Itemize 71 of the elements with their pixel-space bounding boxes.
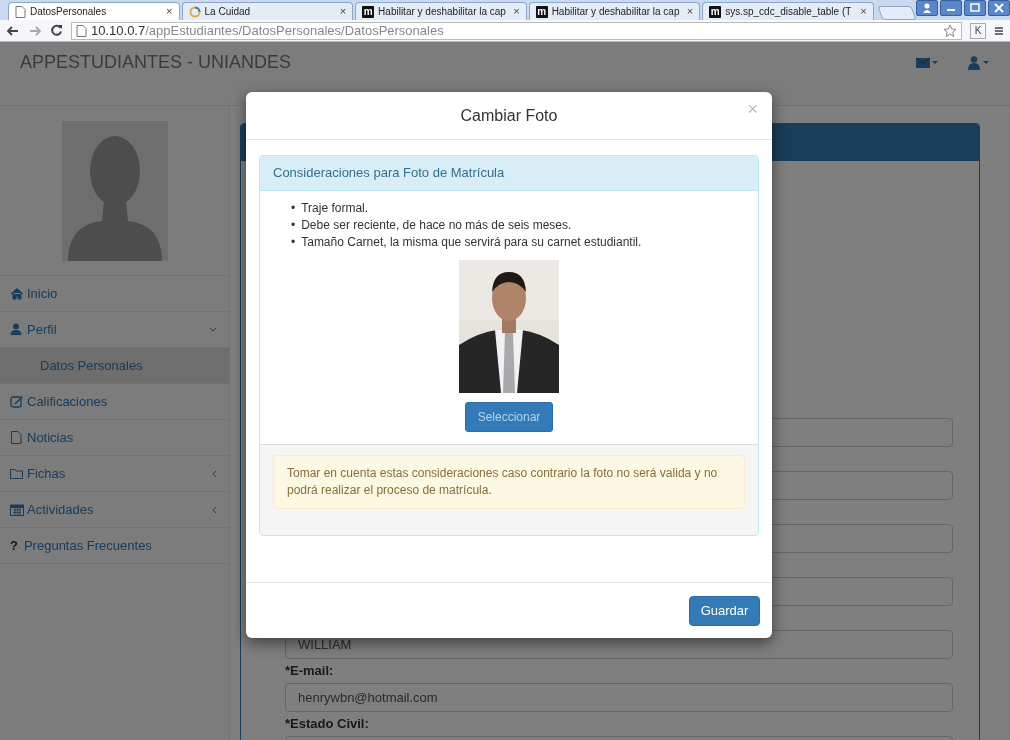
page-icon <box>15 5 26 18</box>
calendar-icon <box>10 503 24 516</box>
sidebar-item[interactable]: ? Preguntas Frecuentes <box>0 528 229 564</box>
requirement-item: Traje formal. <box>301 200 369 217</box>
browser-tab[interactable]: La Cuidad × <box>181 2 354 20</box>
warning-message: Tomar en cuenta estas consideraciones caso contrario la foto no será valida y no podrá realizar el proceso de matrícula. <box>273 455 745 509</box>
close-icon[interactable]: × <box>513 3 520 20</box>
site-logo: m <box>535 5 548 18</box>
user-dropdown[interactable] <box>968 55 990 70</box>
close-icon[interactable]: × <box>860 3 867 20</box>
file-icon <box>10 431 24 444</box>
maximize-icon[interactable] <box>969 2 981 14</box>
star-icon <box>943 23 957 38</box>
sidebar-item[interactable]: Calificaciones <box>0 384 229 420</box>
close-icon[interactable]: × <box>166 3 173 20</box>
user-icon[interactable] <box>921 2 933 14</box>
address-field[interactable]: 10.10.0.7/appEstudiantes/DatosPersonales/DatosPersonales <box>71 21 962 40</box>
site-logo: m <box>709 5 722 18</box>
reload-icon <box>50 24 63 37</box>
tab-title: sys.sp_cdc_disable_table (T <box>725 6 852 17</box>
sidebar-item[interactable]: Fichas <box>0 456 229 492</box>
sidebar-label: Perfil <box>27 321 57 337</box>
extension-button[interactable]: K <box>970 22 986 39</box>
tab-title: Habilitar y deshabilitar la cap <box>551 6 680 17</box>
sidebar-label: Calificaciones <box>27 393 108 409</box>
select-button[interactable]: Seleccionar <box>465 402 553 432</box>
sidebar-label: Preguntas Frecuentes <box>23 537 152 553</box>
sidebar-item[interactable]: Noticias <box>0 420 229 456</box>
site-logo: m <box>362 5 375 18</box>
requirement-item: Debe ser reciente, de hace no más de seis meses. <box>301 217 572 234</box>
sidebar-label: Noticias <box>27 429 74 445</box>
forward-icon <box>28 24 42 37</box>
close-icon[interactable]: × <box>339 3 347 20</box>
field-label: *E-mail: <box>285 661 335 680</box>
browser-tab[interactable]: DatosPersonales × <box>8 2 180 20</box>
new-tab-button[interactable] <box>877 6 917 20</box>
save-button[interactable]: Guardar <box>689 595 760 626</box>
sidebar-label: Actividades <box>27 501 94 517</box>
question-icon: ? <box>10 535 18 556</box>
loading-icon <box>188 5 201 18</box>
app-brand[interactable]: APPESTUDIANTES - UNIANDES <box>20 49 292 76</box>
bullet-mark: • <box>291 200 296 217</box>
folder-icon <box>10 467 24 480</box>
browser-tab[interactable]: m Habilitar y deshabilitar la cap × <box>528 2 701 20</box>
page-icon <box>76 24 87 37</box>
edit-icon <box>10 395 24 408</box>
sidebar-item[interactable]: Inicio <box>0 276 229 312</box>
tab-title: La Cuidad <box>204 6 251 17</box>
browser-tab[interactable]: m Habilitar y deshabilitar la cap × <box>355 2 527 20</box>
modal-title: Cambiar Foto <box>460 105 558 126</box>
sidebar-item[interactable]: Actividades <box>0 492 229 528</box>
home-icon <box>10 287 24 300</box>
requirement-item: Tamaño Carnet, la misma que servirá para su carnet estudiantil. <box>301 234 642 251</box>
input-field[interactable]: henrywbn@hotmail.com <box>285 683 953 712</box>
sidebar-label: Inicio <box>27 285 58 301</box>
bullet-mark: • <box>291 234 296 251</box>
tab-title: DatosPersonales <box>30 6 107 17</box>
tab-title: Habilitar y deshabilitar la cap <box>378 6 506 17</box>
close-icon[interactable]: × <box>686 3 694 20</box>
close-icon[interactable] <box>993 2 1005 14</box>
url-text: 10.10.0.7/appEstudiantes/DatosPersonales/DatosPersonales <box>91 21 444 40</box>
messages-dropdown[interactable] <box>916 55 938 70</box>
user-icon <box>10 323 24 336</box>
browser-tab[interactable]: m sys.sp_cdc_disable_table (T × <box>702 2 874 20</box>
bullet-mark: • <box>291 217 296 234</box>
sidebar-label: Fichas <box>27 465 66 481</box>
panel-heading: Consideraciones para Foto de Matrícula <box>260 156 758 191</box>
back-icon <box>6 24 20 37</box>
sidebar-label: Datos Personales <box>40 357 143 373</box>
field-label: *Estado Civil: <box>285 714 370 733</box>
menu-icon <box>994 25 1004 36</box>
